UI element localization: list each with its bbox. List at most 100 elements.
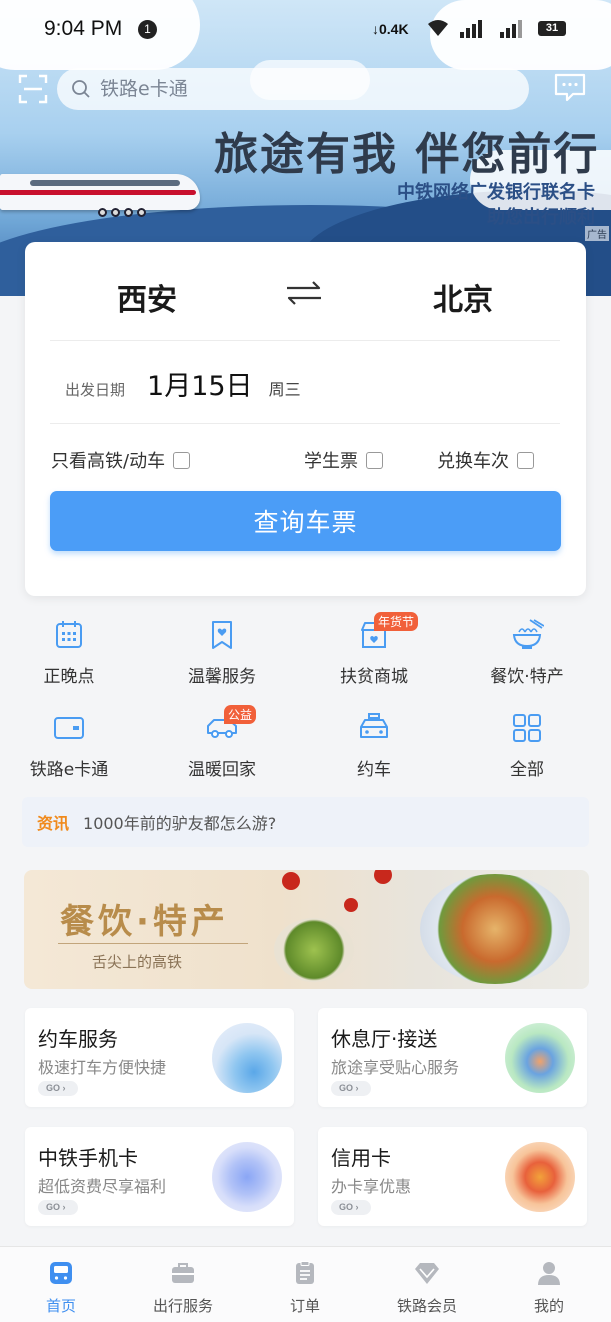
student-ticket-checkbox[interactable] (366, 451, 383, 469)
grid-item-warm-home[interactable]: 公益 温暖回家 (157, 703, 287, 780)
grid-item-all[interactable]: 全部 (462, 703, 592, 780)
person-icon (538, 1262, 560, 1285)
service-subtitle: 旅途享受贴心服务 (331, 1058, 460, 1077)
banner-line1: 中铁网络广发银行联名卡 (397, 182, 595, 203)
service-title: 信用卡 (331, 1146, 391, 1170)
tab-profile[interactable]: 我的 (488, 1247, 610, 1322)
food-plate-image (420, 874, 570, 984)
briefcase-icon (172, 1263, 194, 1283)
option-label: 只看高铁/动车 (51, 451, 166, 472)
service-card-ride[interactable]: 约车服务 极速打车方便快捷 GO › (25, 1008, 294, 1107)
bookmark-heart-icon (212, 621, 232, 649)
promo-badge: 年货节 (374, 612, 419, 631)
search-input[interactable] (100, 78, 480, 100)
card-icon (54, 717, 84, 739)
exchange-train-option[interactable]: 兑换车次 (437, 447, 534, 473)
ticket-booking-card: 西安 北京 出发日期 1月15日 周三 只看高铁/动车 学生票 兑换车次 查询车… (25, 242, 586, 596)
option-label: 学生票 (304, 451, 358, 472)
clipboard-icon (296, 1261, 314, 1284)
promo-title: 餐饮·特产 (60, 902, 229, 942)
news-headline[interactable]: 1000年前的驴友都怎么游? (83, 810, 276, 834)
grid-label: 正晚点 (43, 667, 95, 687)
promo-divider (58, 943, 248, 944)
banner-slogan: 旅途有我 伴您前行 (214, 129, 600, 180)
service-card-lounge[interactable]: 休息厅·接送 旅途享受贴心服务 GO › (318, 1008, 587, 1107)
tab-orders[interactable]: 订单 (244, 1247, 366, 1322)
exchange-train-checkbox[interactable] (517, 451, 534, 469)
train-icon (50, 1262, 72, 1284)
credit-card-illustration (505, 1142, 575, 1212)
news-tag: 资讯 (37, 814, 70, 833)
salad-bowl-image (274, 918, 354, 982)
grid-item-poverty-mall[interactable]: 年货节 扶贫商城 (309, 610, 439, 687)
grid-item-ride[interactable]: 约车 (309, 703, 439, 780)
traveler-illustration (505, 1023, 575, 1093)
tomato-image (374, 870, 392, 884)
go-label: GO (339, 1083, 354, 1093)
search-icon (72, 80, 90, 98)
service-subtitle: 极速打车方便快捷 (38, 1058, 167, 1077)
tab-membership[interactable]: 铁路会员 (366, 1247, 488, 1322)
train-illustration (0, 168, 205, 217)
grid-item-on-time[interactable]: 正晚点 (4, 610, 134, 687)
tab-label: 首页 (45, 1297, 76, 1315)
tab-label: 订单 (289, 1297, 320, 1315)
service-title: 休息厅·接送 (331, 1027, 438, 1051)
banner-line2: 助您出行顺利 (487, 207, 595, 228)
status-bar: 9:04 PM 1 ↓0.4K 31 (0, 0, 611, 58)
signal-icon (500, 20, 522, 38)
status-time: 9:04 PM (44, 17, 123, 40)
net-speed: ↓0.4K (372, 21, 409, 37)
search-bar[interactable] (57, 68, 529, 110)
dining-promo-banner[interactable]: 餐饮·特产 舌尖上的高铁 (24, 870, 589, 989)
grid-label: 温馨服务 (188, 667, 256, 687)
net-speed-value: 0.4K (379, 21, 409, 37)
grid-label: 全部 (510, 760, 544, 780)
to-city[interactable]: 北京 (433, 275, 493, 319)
high-speed-only-checkbox[interactable] (173, 451, 191, 469)
date-value: 1月15日 (147, 371, 253, 402)
option-label: 兑换车次 (437, 451, 509, 472)
tab-label: 铁路会员 (396, 1297, 457, 1315)
tab-travel-services[interactable]: 出行服务 (122, 1247, 244, 1322)
service-card-credit[interactable]: 信用卡 办卡享优惠 GO › (318, 1127, 587, 1226)
scan-icon[interactable] (18, 74, 48, 104)
sim-card-illustration (212, 1142, 282, 1212)
weekday: 周三 (268, 380, 301, 399)
battery-icon: 31 (538, 21, 566, 36)
news-ticker[interactable]: 资讯 1000年前的驴友都怎么游? (22, 797, 589, 847)
tab-home[interactable]: 首页 (0, 1247, 122, 1322)
go-button[interactable]: GO › (331, 1081, 371, 1096)
departure-date-picker[interactable]: 出发日期 1月15日 周三 (65, 364, 301, 403)
grid-item-ecard[interactable]: 铁路e卡通 (4, 703, 134, 780)
go-button[interactable]: GO › (38, 1200, 78, 1215)
from-city[interactable]: 西安 (117, 275, 177, 319)
grid-label: 扶贫商城 (340, 667, 408, 687)
taxi-icon (360, 713, 388, 738)
tomato-image (282, 872, 300, 890)
service-subtitle: 超低资费尽享福利 (38, 1177, 167, 1196)
calendar-icon (56, 621, 82, 648)
student-ticket-option[interactable]: 学生票 (304, 447, 383, 473)
tomato-image (344, 898, 358, 912)
grid-label: 铁路e卡通 (29, 760, 109, 780)
wifi-icon (428, 20, 448, 36)
grid-item-dining[interactable]: 餐饮·特产 (462, 610, 592, 687)
grid-item-care-service[interactable]: 温馨服务 (157, 610, 287, 687)
go-label: GO (46, 1202, 61, 1212)
notification-badge: 1 (138, 20, 157, 39)
noodle-bowl-icon (512, 619, 545, 649)
service-title: 约车服务 (38, 1027, 118, 1051)
swap-cities-icon[interactable] (281, 276, 327, 310)
grid-label: 约车 (357, 760, 391, 780)
go-button[interactable]: GO › (331, 1200, 371, 1215)
diamond-icon (415, 1263, 439, 1284)
query-tickets-button[interactable]: 查询车票 (50, 491, 561, 551)
service-card-sim[interactable]: 中铁手机卡 超低资费尽享福利 GO › (25, 1127, 294, 1226)
promo-subtitle: 舌尖上的高铁 (92, 953, 183, 971)
message-icon[interactable] (553, 72, 587, 104)
high-speed-only-option[interactable]: 只看高铁/动车 (51, 447, 191, 473)
grid-label: 温暖回家 (188, 760, 256, 780)
go-button[interactable]: GO › (38, 1081, 78, 1096)
go-label: GO (46, 1083, 61, 1093)
